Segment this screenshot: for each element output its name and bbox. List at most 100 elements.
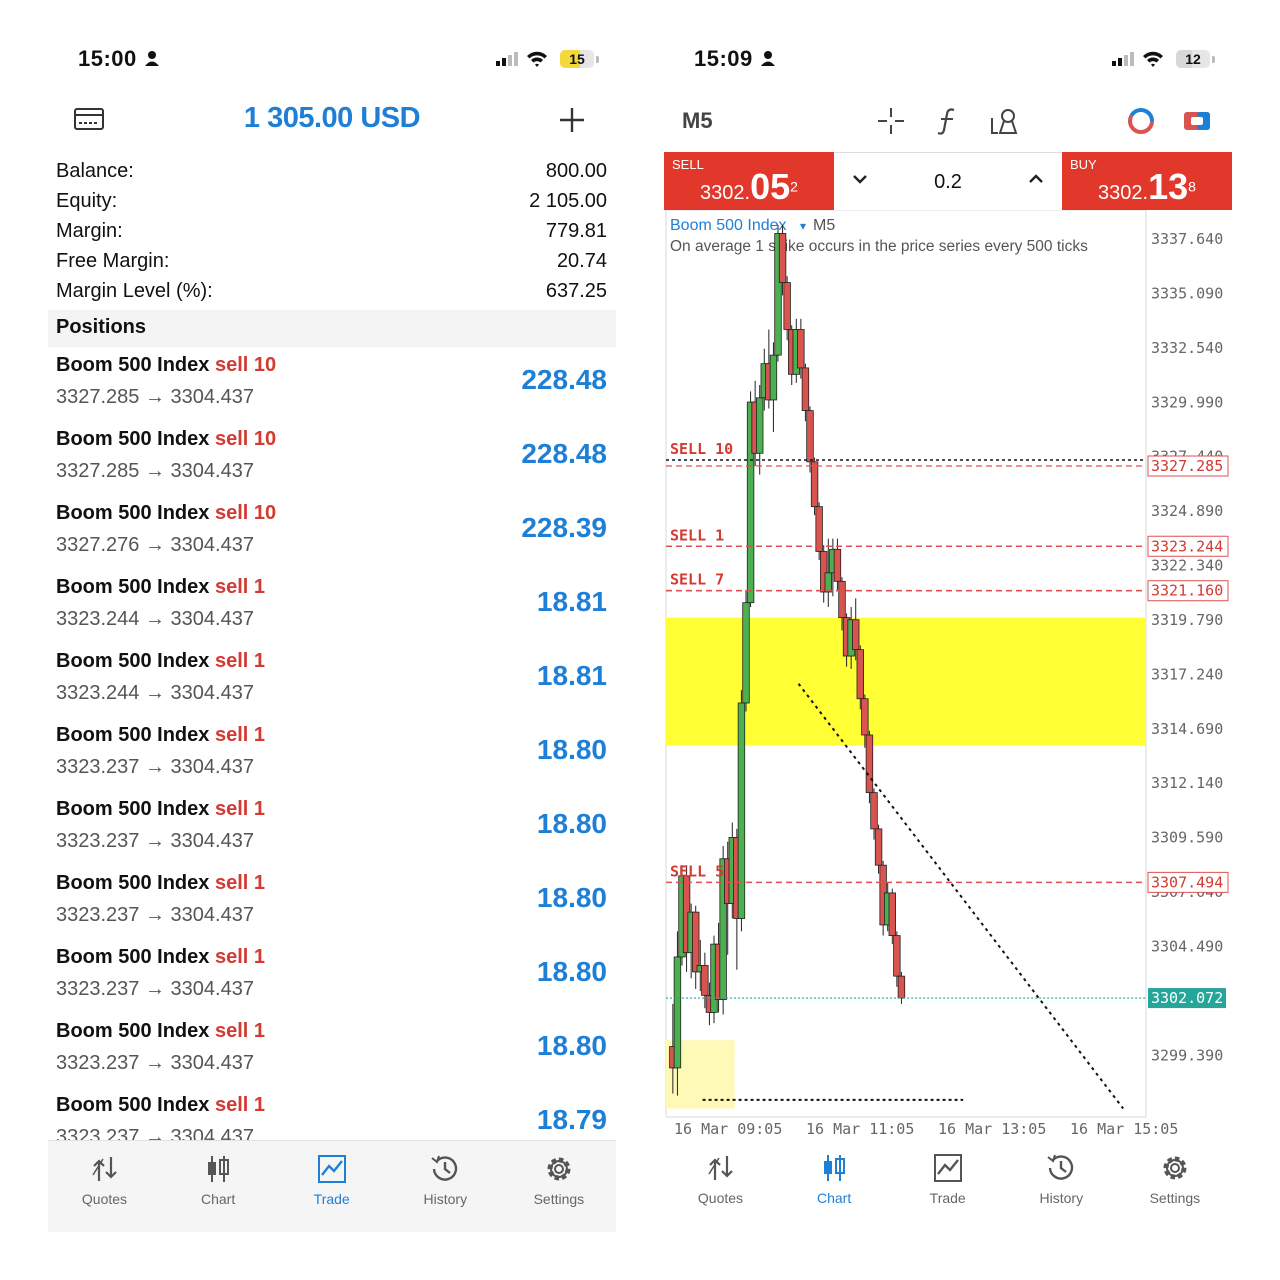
symbol-name: Boom 500 Index (56, 946, 210, 968)
buy-label: BUY (1070, 157, 1097, 172)
tab-quotes[interactable]: Quotes (48, 1141, 161, 1232)
quotes-icon (707, 1156, 733, 1180)
order-line-label: SELL 7 (670, 571, 724, 589)
account-value: 2 105.00 (529, 190, 607, 212)
tab-settings[interactable]: Settings (1118, 1140, 1231, 1232)
position-prices: 3323.237 → 3304.437 (56, 1052, 254, 1074)
candle (737, 702, 746, 919)
position-symbol: Boom 500 Index sell 10 (56, 354, 276, 377)
symbol-name: Boom 500 Index (56, 1094, 210, 1116)
tab-history[interactable]: History (389, 1141, 502, 1232)
tab-quotes[interactable]: Quotes (664, 1140, 777, 1232)
position-side: sell 10 (214, 428, 277, 450)
buy-price-big: 13 (1148, 166, 1189, 207)
candle (833, 548, 842, 582)
tab-label: Settings (1149, 1190, 1201, 1206)
position-prices: 3327.285 → 3304.437 (56, 460, 254, 482)
position-row[interactable]: Boom 500 Index sell 10 3327.276 → 3304.43… (48, 498, 616, 572)
position-row[interactable]: Boom 500 Index sell 10 3327.285 → 3304.43… (48, 350, 616, 424)
position-symbol: Boom 500 Index sell 1 (56, 946, 265, 969)
chevron-up-icon[interactable] (1026, 169, 1046, 189)
account-label: Margin Level (%): (56, 280, 213, 302)
position-row[interactable]: Boom 500 Index sell 1 3323.244 → 3304.437… (48, 646, 616, 720)
tab-trade[interactable]: Trade (275, 1141, 388, 1232)
account-label: Margin: (56, 220, 123, 242)
sell-button[interactable]: SELL 3302.052 (664, 152, 834, 210)
order-price-label: 3307.494 (1151, 873, 1223, 891)
crosshair-icon[interactable] (876, 106, 906, 136)
position-profit: 18.80 (536, 882, 607, 913)
x-tick-label: 16 Mar 09:05 (674, 1120, 782, 1138)
position-profit: 228.48 (521, 438, 607, 469)
candle (806, 410, 814, 463)
tab-label: History (1039, 1190, 1084, 1206)
positions-title: Positions (56, 316, 147, 338)
battery-level: 15 (569, 51, 585, 67)
order-price-label: 3327.285 (1151, 457, 1223, 475)
plus-icon[interactable] (558, 106, 586, 134)
position-side: sell 10 (214, 354, 277, 376)
y-tick-label: 3322.340 (1151, 557, 1223, 575)
tab-history[interactable]: History (1005, 1140, 1118, 1232)
position-side: sell 1 (214, 650, 265, 672)
status-time: 15:09 (694, 46, 753, 71)
tab-chart[interactable]: Chart (162, 1141, 275, 1232)
position-symbol: Boom 500 Index sell 1 (56, 650, 265, 673)
tab-settings[interactable]: Settings (502, 1141, 615, 1232)
timeframe-button[interactable]: M5 (682, 108, 713, 134)
account-label: Equity: (56, 190, 118, 212)
positions-header: Positions (48, 310, 616, 347)
chart-timeframe: M5 (813, 217, 835, 234)
price-chart[interactable]: Boom 500 Index ▾ M5 On average 1 spike occu… (664, 210, 1232, 1140)
candle (778, 233, 787, 283)
position-row[interactable]: Boom 500 Index sell 1 3323.237 → 3304.437… (48, 794, 616, 868)
position-prices: 3327.276 → 3304.437 (56, 534, 254, 556)
position-side: sell 1 (214, 1094, 265, 1116)
battery-tip (1212, 56, 1215, 63)
trade-icon (317, 1155, 346, 1183)
position-row[interactable]: Boom 500 Index sell 1 3323.237 → 3304.437… (48, 720, 616, 794)
position-row[interactable]: Boom 500 Index sell 1 3323.244 → 3304.437… (48, 572, 616, 646)
battery-indicator: 12 (1176, 50, 1210, 68)
objects-icon[interactable] (990, 106, 1020, 136)
one-click-trading-icon[interactable] (1182, 106, 1212, 136)
tab-trade[interactable]: Trade (891, 1140, 1004, 1232)
candle (742, 602, 750, 704)
candle (701, 965, 709, 996)
tab-label: Chart (200, 1191, 236, 1207)
position-row[interactable]: Boom 500 Index sell 1 3323.237 → 3304.437… (48, 868, 616, 942)
tab-chart[interactable]: Chart (778, 1140, 891, 1232)
y-tick-label: 3317.240 (1151, 665, 1223, 683)
sell-price-big: 05 (750, 166, 791, 207)
position-row[interactable]: Boom 500 Index sell 10 3327.285 → 3304.43… (48, 424, 616, 498)
y-tick-label: 3332.540 (1151, 339, 1223, 357)
position-row[interactable]: Boom 500 Index sell 1 3323.237 → 3304.437… (48, 1016, 616, 1090)
signal-icon (496, 52, 518, 66)
tab-label: Chart (816, 1190, 852, 1206)
y-tick-label: 3299.390 (1151, 1046, 1223, 1064)
volume-control: 0.2 (834, 152, 1062, 212)
position-profit: 18.80 (536, 956, 607, 987)
position-row[interactable]: Boom 500 Index sell 1 3323.237 → 3304.437… (48, 942, 616, 1016)
position-row[interactable]: Boom 500 Index sell 1 3323.237 → 3304.437… (48, 1090, 616, 1140)
status-bar: 15:00 15 (48, 44, 616, 76)
position-side: sell 1 (214, 798, 265, 820)
person-icon (145, 51, 159, 66)
tab-label: History (423, 1191, 468, 1207)
position-prices: 3323.237 → 3304.437 (56, 1126, 254, 1140)
sync-icon[interactable] (1126, 106, 1156, 136)
battery-level: 12 (1185, 51, 1201, 67)
order-line-label: SELL 10 (670, 440, 733, 458)
position-profit: 18.79 (536, 1104, 607, 1135)
trade-panel: SELL 3302.052 0.2 BUY 3302.138 (664, 152, 1232, 212)
y-tick-label: 3314.690 (1151, 720, 1223, 738)
order-line-label: SELL 1 (670, 526, 724, 544)
indicators-icon[interactable] (934, 106, 960, 136)
buy-button[interactable]: BUY 3302.138 (1062, 152, 1232, 210)
position-symbol: Boom 500 Index sell 1 (56, 576, 265, 599)
tab-label: Settings (533, 1191, 585, 1207)
buy-price-prefix: 3302. (1098, 182, 1149, 204)
symbol-name: Boom 500 Index (56, 354, 210, 376)
account-row: Equity: 2 105.00 (56, 186, 607, 216)
symbol-name: Boom 500 Index (56, 650, 210, 672)
